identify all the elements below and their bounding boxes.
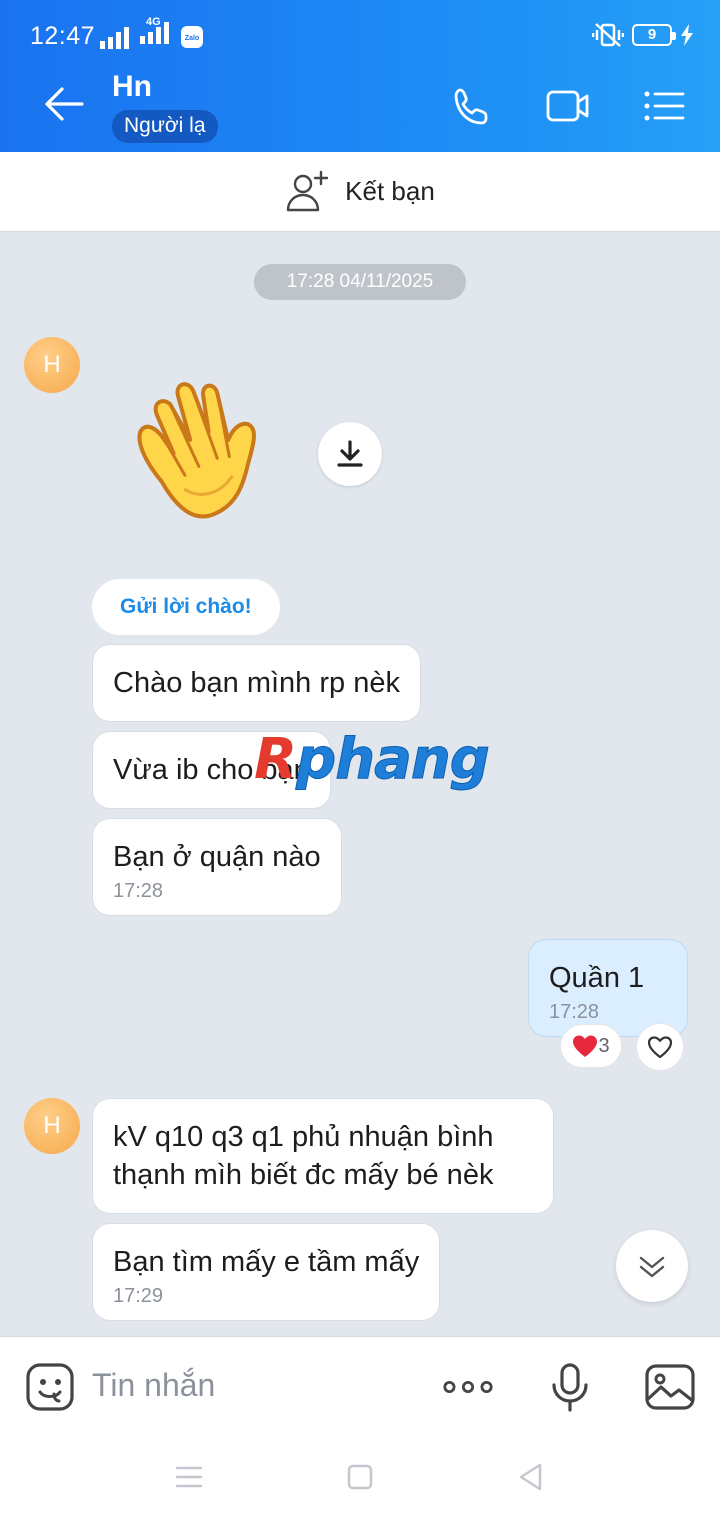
recent-apps-icon[interactable] [174,1462,204,1492]
chat-header: Hn Người lạ [0,56,720,152]
chat-area[interactable]: 17:28 04/11/2025 H Gửi lời chào! Chào bạ… [0,233,720,1336]
signal-4g-icon: 4G [140,16,170,49]
watermark-first: R [254,727,297,792]
add-friend-bar[interactable]: Kết bạn [0,152,720,232]
message-input-bar: Tin nhắn [0,1336,720,1434]
double-chevron-down-icon [639,1256,665,1278]
image-gallery-icon[interactable] [644,1361,696,1413]
reaction-summary[interactable]: 3 [560,1024,622,1068]
status-time: 12:47 [30,22,96,50]
vibrate-off-icon [592,23,624,47]
message-input[interactable]: Tin nhắn [92,1367,215,1404]
video-call-icon[interactable] [546,86,590,126]
status-bar: 12:47 4G Zalo 9 [0,0,720,56]
message-bubble[interactable]: Bạn ở quận nào 17:28 [92,818,342,916]
reaction-count: 3 [598,1034,610,1057]
charging-icon [681,24,693,46]
emoji-sticker-icon[interactable] [24,1361,76,1413]
waving-hand-sticker[interactable] [118,373,288,543]
message-text: Bạn tìm mấy e tầm mấy [113,1246,420,1278]
watermark-rest: phang [296,727,491,793]
back-nav-icon[interactable] [516,1462,546,1492]
react-button[interactable] [636,1023,684,1071]
network-type: 4G [146,16,161,28]
message-time: 17:28 [549,1001,600,1023]
add-friend-icon [286,170,329,211]
microphone-icon[interactable] [544,1361,596,1413]
message-text: Quần 1 [549,962,645,994]
zalo-notification-icon: Zalo [181,26,203,48]
signal-icon [100,27,129,49]
phone-call-icon[interactable] [450,86,494,126]
menu-list-icon[interactable] [642,86,686,126]
more-options-icon[interactable] [442,1361,494,1413]
message-text: Chào bạn mình rp nèk [113,667,400,699]
stranger-badge: Người lạ [112,110,218,143]
battery-icon: 9 [632,24,676,46]
message-time: 17:28 [113,880,164,902]
avatar[interactable]: H [24,337,80,393]
svg-text:Zalo: Zalo [185,35,199,42]
message-time: 17:29 [113,1285,164,1307]
download-icon [337,440,363,467]
message-bubble[interactable]: Chào bạn mình rp nèk [92,644,421,722]
system-nav-bar [0,1434,720,1520]
home-icon[interactable] [345,1462,375,1492]
message-text: kV q10 q3 q1 phủ nhuận bình thạnh mìh bi… [113,1121,494,1191]
message-bubble[interactable]: Bạn tìm mấy e tầm mấy 17:29 [92,1223,441,1321]
watermark-logo: Rphang [254,727,491,793]
status-right-icons: 9 [592,22,694,48]
contact-name[interactable]: Hn [112,70,152,104]
date-separator: 17:28 04/11/2025 [254,264,466,300]
my-message-bubble[interactable]: Quần 1 17:28 [528,939,688,1037]
status-left-icons: 4G Zalo [100,16,204,49]
battery-level: 9 [647,26,657,43]
back-arrow-icon[interactable] [44,86,84,122]
heart-outline-icon [647,1036,673,1059]
download-button[interactable] [318,422,382,486]
message-text: Bạn ở quận nào [113,841,321,873]
message-bubble[interactable]: kV q10 q3 q1 phủ nhuận bình thạnh mìh bi… [92,1098,554,1214]
send-greeting-button[interactable]: Gửi lời chào! [92,579,280,635]
add-friend-label: Kết bạn [345,176,435,206]
scroll-to-bottom-button[interactable] [616,1230,688,1302]
heart-reaction-icon [573,1035,598,1057]
avatar[interactable]: H [24,1098,80,1154]
